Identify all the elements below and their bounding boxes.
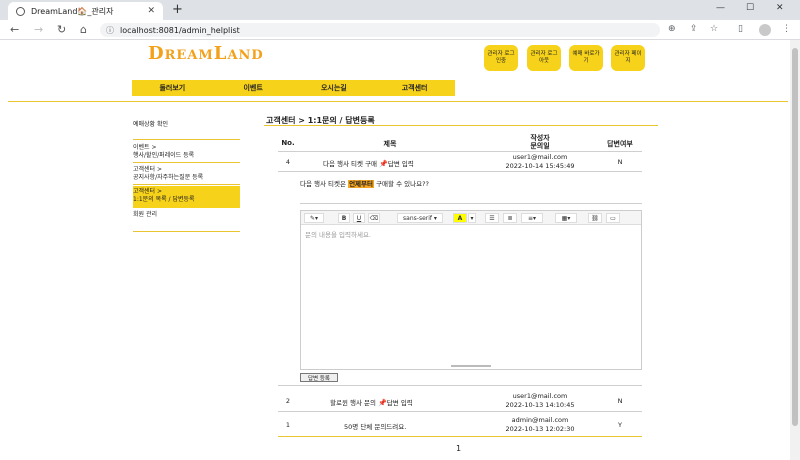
sidebar-item-inquiry-list[interactable]: 고객센터 > 1:1문의 목록 / 답변등록 xyxy=(133,188,240,205)
row-date: 2022-10-14 15:45:49 xyxy=(505,162,575,170)
row-no: 1 xyxy=(285,421,291,429)
sidebar-divider xyxy=(133,231,240,232)
sidebar-item-notice-register[interactable]: 고객센터 > 공지사항/자주하는질문 등록 xyxy=(133,166,240,183)
row-divider xyxy=(278,385,642,386)
table-row-title: 다음 행사 티켓 구매 📌답변 입력 xyxy=(323,158,483,168)
col-header-no: No. xyxy=(281,139,295,147)
table-row-title: 할로윈 행사 문의 📌답변 입력 xyxy=(330,397,490,407)
color-dropdown-icon[interactable]: ▾ xyxy=(468,213,476,223)
col-header-answered: 답변여부 xyxy=(607,140,633,148)
unordered-list-icon[interactable]: ☰ xyxy=(485,213,499,223)
row-answered: N xyxy=(617,397,623,405)
row-date: 2022-10-13 14:10:45 xyxy=(505,401,575,409)
table-icon[interactable]: ▦▾ xyxy=(555,213,577,223)
sidebar-divider xyxy=(133,184,240,185)
url-text: localhost:8081/admin_helplist xyxy=(120,25,240,35)
row-title[interactable]: 50명 단체 문의드려요. xyxy=(344,421,464,431)
table-header-divider xyxy=(278,151,642,152)
row-author: user1@mail.com xyxy=(512,153,568,161)
sidebar-divider xyxy=(133,162,240,163)
menu-dots-icon[interactable]: ⋮ xyxy=(782,24,791,34)
menu-item-events[interactable]: 이벤트 xyxy=(213,80,294,96)
address-bar[interactable]: ⓘ localhost:8081/admin_helplist xyxy=(100,23,660,37)
pagination-page[interactable]: 1 xyxy=(456,444,461,453)
main-menu: 둘러보기 이벤트 오시는길 고객센터 xyxy=(132,80,455,96)
bookmark-star-icon[interactable]: ☆ xyxy=(710,24,718,34)
inquiry-question: 다음 행사 티켓은 언제부터 구매할 수 있나요?? xyxy=(300,180,429,188)
row-divider xyxy=(278,171,642,172)
share-icon[interactable]: ⇪ xyxy=(690,24,698,34)
row-title[interactable]: 다음 행사 티켓 구매 xyxy=(323,160,377,168)
underline-button[interactable]: U xyxy=(353,213,365,223)
align-icon[interactable]: ≡▾ xyxy=(521,213,543,223)
close-tab-icon[interactable]: ✕ xyxy=(147,6,155,16)
menu-item-explore[interactable]: 둘러보기 xyxy=(132,80,213,96)
question-divider xyxy=(300,203,642,204)
admin-login-status-button[interactable]: 관리자 로그인중 xyxy=(484,45,518,71)
header-divider xyxy=(8,101,788,102)
col-header-title: 제목 xyxy=(383,140,397,148)
admin-page-button[interactable]: 관리자 페이지 xyxy=(611,45,645,71)
row-author: admin@mail.com xyxy=(511,416,569,424)
row-author: user1@mail.com xyxy=(512,392,568,400)
row-answered: Y xyxy=(618,421,622,429)
bold-button[interactable]: B xyxy=(338,213,350,223)
row-title[interactable]: 할로윈 행사 문의 xyxy=(330,399,376,407)
row-answered: N xyxy=(617,158,623,166)
title-divider xyxy=(264,125,658,126)
image-icon[interactable]: ▭ xyxy=(606,213,620,223)
submit-reply-button[interactable]: 답변 등록 xyxy=(300,373,338,382)
sidebar-divider xyxy=(133,139,240,140)
scrollbar-thumb[interactable] xyxy=(792,48,798,426)
sidebar-item-event-register[interactable]: 이벤트 > 행사/할인/퍼레이드 등록 xyxy=(133,144,240,161)
pin-icon: 📌 xyxy=(378,399,387,407)
editor-textarea[interactable]: 문의 내용을 입력하세요. xyxy=(305,229,371,239)
zoom-icon[interactable]: ⊕ xyxy=(668,24,676,34)
ordered-list-icon[interactable]: ≣ xyxy=(503,213,517,223)
reply-link[interactable]: 답변 입력 xyxy=(388,160,414,168)
font-family-select[interactable]: sans-serif ▾ xyxy=(397,213,443,223)
col-header-author-date: 작성자 문의일 xyxy=(530,134,550,151)
sidebar-item-member-manage[interactable]: 회원 관리 xyxy=(133,211,240,219)
page: DreamLand 관리자 로그인중 관리자 로그아웃 예매 바로가기 관리자 … xyxy=(0,40,790,460)
table-bottom-divider xyxy=(278,436,642,437)
forward-button[interactable]: → xyxy=(34,23,43,36)
side-panel-icon[interactable]: ▯ xyxy=(738,24,743,34)
home-button[interactable]: ⌂ xyxy=(80,23,87,36)
row-date: 2022-10-13 12:02:30 xyxy=(505,425,575,433)
row-no: 2 xyxy=(285,397,291,405)
resize-handle[interactable] xyxy=(451,365,491,367)
close-window-icon[interactable]: ✕ xyxy=(776,3,784,13)
text-color-icon[interactable]: A xyxy=(453,213,467,223)
profile-avatar[interactable] xyxy=(759,24,771,36)
tab-title: DreamLand🏠_관리자 xyxy=(31,6,114,16)
globe-icon xyxy=(16,6,25,16)
magic-wand-icon[interactable]: ✎▾ xyxy=(304,213,324,223)
sidebar-item-booking-status[interactable]: 예매상황 확인 xyxy=(133,121,240,129)
new-tab-button[interactable]: + xyxy=(172,2,183,17)
link-icon[interactable]: ⛓ xyxy=(588,213,602,223)
minimize-icon[interactable]: — xyxy=(716,3,725,13)
row-no: 4 xyxy=(285,158,291,166)
booking-shortcut-button[interactable]: 예매 바로가기 xyxy=(569,45,603,71)
browser-tabstrip: DreamLand🏠_관리자 ✕ + — ☐ ✕ xyxy=(0,0,800,20)
reply-editor: ✎▾ B U ⌫ sans-serif ▾ A ▾ ☰ ≣ ≡▾ ▦▾ ⛓ ▭ … xyxy=(300,210,642,370)
question-highlight: 언제부터 xyxy=(348,180,374,188)
reply-link[interactable]: 답변 입력 xyxy=(387,399,413,407)
menu-item-support[interactable]: 고객센터 xyxy=(374,80,455,96)
editor-toolbar: ✎▾ B U ⌫ sans-serif ▾ A ▾ ☰ ≣ ≡▾ ▦▾ ⛓ ▭ xyxy=(301,211,641,225)
admin-logout-button[interactable]: 관리자 로그아웃 xyxy=(527,45,561,71)
browser-tab[interactable]: DreamLand🏠_관리자 ✕ xyxy=(8,2,163,20)
row-divider xyxy=(278,411,642,412)
info-icon[interactable]: ⓘ xyxy=(106,25,114,36)
reload-button[interactable]: ↻ xyxy=(57,23,66,36)
menu-item-directions[interactable]: 오시는길 xyxy=(294,80,375,96)
maximize-icon[interactable]: ☐ xyxy=(746,3,754,13)
browser-toolbar: ← → ↻ ⌂ ⓘ localhost:8081/admin_helplist … xyxy=(0,20,800,40)
pin-icon: 📌 xyxy=(379,160,388,168)
back-button[interactable]: ← xyxy=(10,23,19,36)
eraser-icon[interactable]: ⌫ xyxy=(368,213,380,223)
site-logo[interactable]: DreamLand xyxy=(148,43,264,64)
